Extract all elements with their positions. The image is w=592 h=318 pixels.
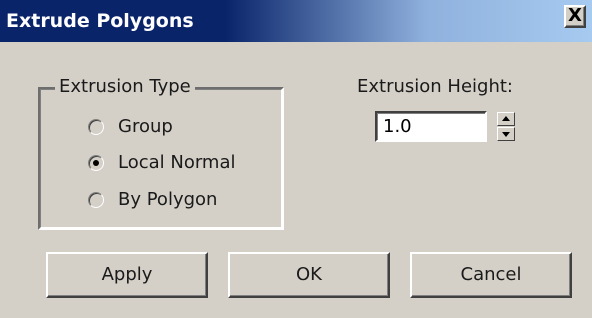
- spinner-up-button[interactable]: [497, 112, 515, 126]
- apply-button[interactable]: Apply: [46, 252, 208, 298]
- radio-button-icon[interactable]: [88, 192, 104, 208]
- extrusion-height-label: Extrusion Height:: [357, 76, 513, 97]
- cancel-button[interactable]: Cancel: [410, 252, 572, 298]
- extrusion-type-legend: Extrusion Type: [55, 75, 195, 99]
- ok-button[interactable]: OK: [228, 252, 390, 298]
- radio-button-icon[interactable]: [88, 155, 104, 171]
- radio-label-group: Group: [118, 116, 173, 137]
- close-button[interactable]: X: [564, 5, 586, 28]
- window-title: Extrude Polygons: [6, 10, 194, 32]
- radio-selected-dot: [93, 160, 99, 166]
- radio-label-local-normal: Local Normal: [118, 152, 236, 173]
- spinner-down-icon: [502, 132, 510, 137]
- extrude-polygons-dialog: Extrude Polygons X Extrusion Type Group …: [0, 0, 592, 318]
- radio-button-icon[interactable]: [88, 119, 104, 135]
- extrusion-height-input[interactable]: [375, 111, 487, 142]
- radio-label-by-polygon: By Polygon: [118, 189, 218, 210]
- spinner-up-icon: [502, 116, 510, 121]
- title-bar: Extrude Polygons X: [0, 0, 592, 42]
- close-icon: X: [568, 5, 582, 26]
- extrusion-height-spinner[interactable]: [497, 112, 515, 141]
- spinner-down-button[interactable]: [497, 127, 515, 141]
